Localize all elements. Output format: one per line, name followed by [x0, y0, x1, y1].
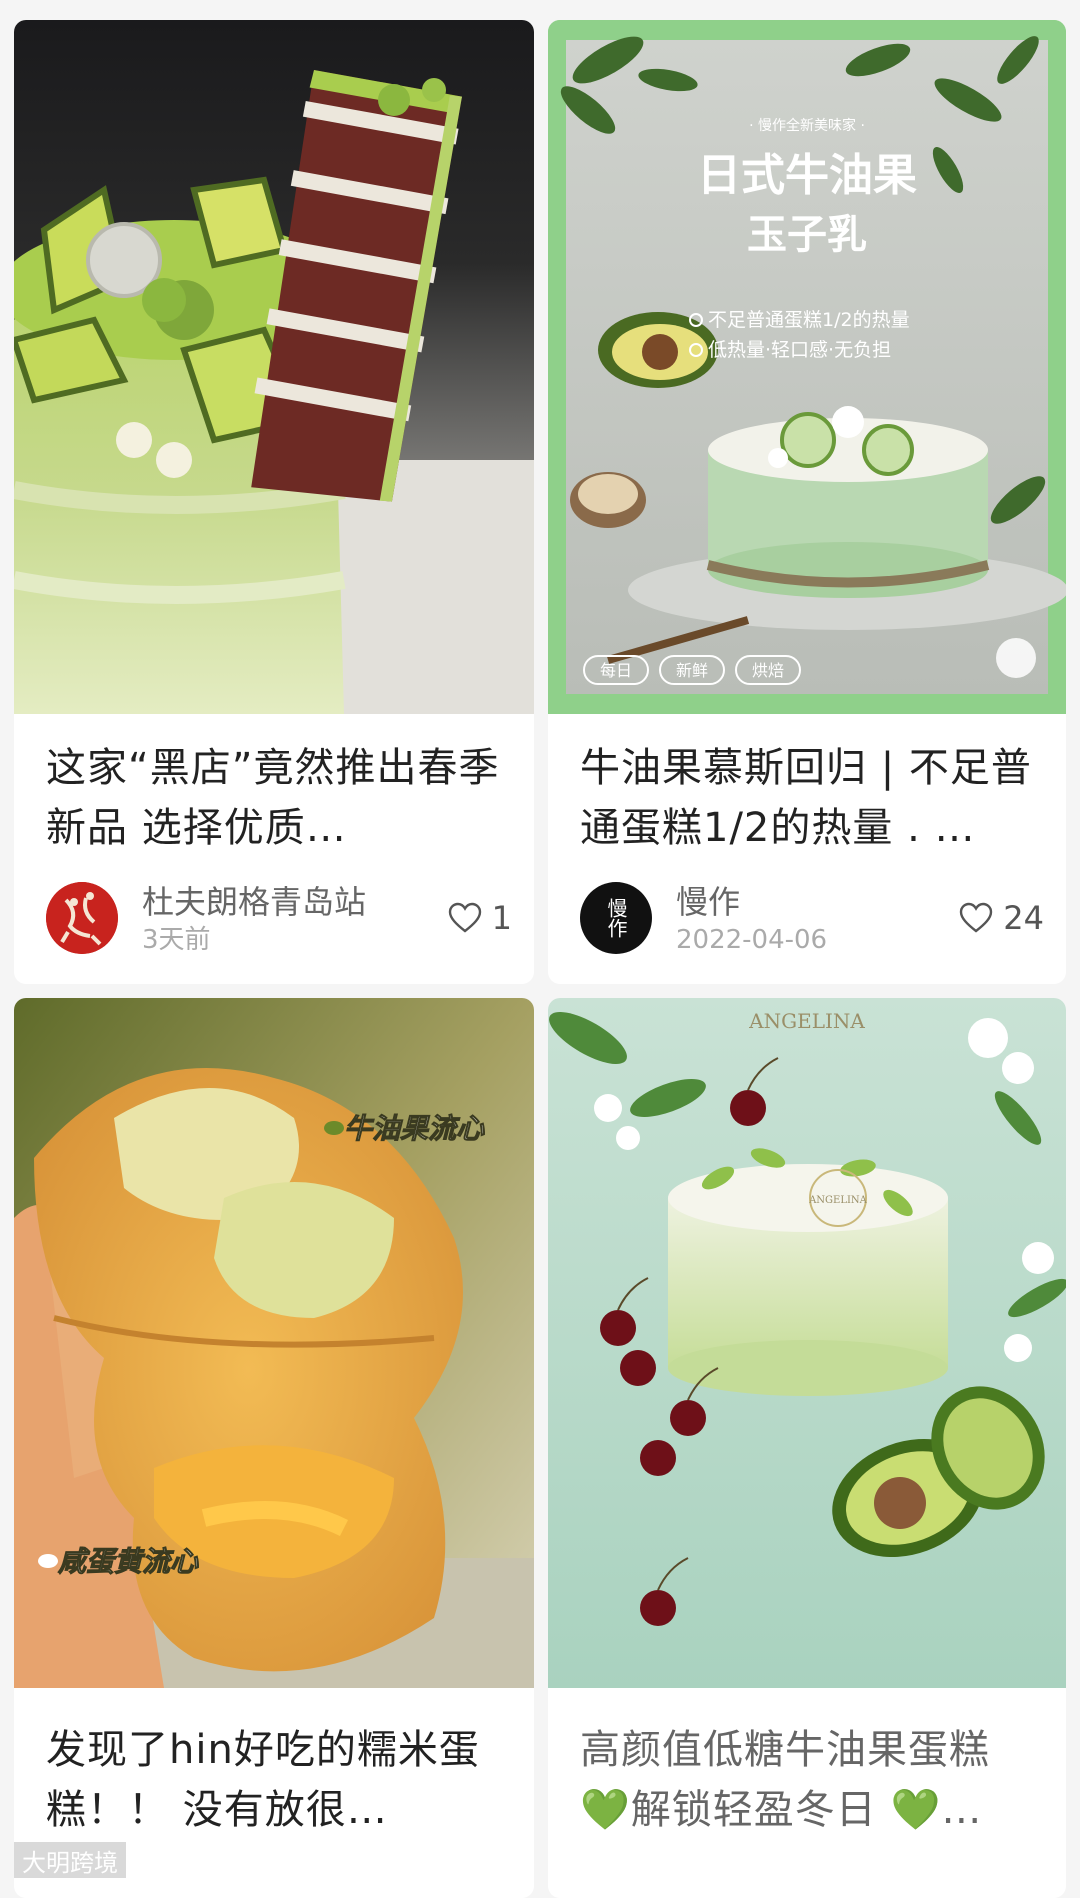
note-card[interactable]: ANGELINA ANGELINA 高颜值低糖牛油果蛋糕💚解锁轻盈冬日 💚… — [548, 998, 1066, 1898]
card-title[interactable]: 发现了hin好吃的糯米蛋糕！！ 没有放很… — [46, 1720, 504, 1840]
poster-badge-3: 烘焙 — [752, 661, 784, 680]
card-author-row: 杜夫朗格青岛站 3天前 1 — [46, 882, 512, 958]
label-avocado-filling: 牛油果流心 — [344, 1112, 485, 1145]
cake-plaque-text: ANGELINA — [808, 1195, 868, 1206]
note-card[interactable]: · 慢作全新美味家 · 日式牛油果 玉子乳 不足普通蛋糕1/2的热量 低热量·轻… — [548, 20, 1066, 984]
card-cover-image[interactable]: ANGELINA ANGELINA — [548, 998, 1066, 1688]
dancer-logo-icon — [46, 882, 118, 954]
label-salted-yolk-filling: 咸蛋黄流心 — [57, 1545, 199, 1578]
card-cover-image[interactable]: 牛油果流心 咸蛋黄流心 — [14, 998, 534, 1688]
poster-headline-2: 玉子乳 — [747, 212, 867, 258]
author-name[interactable]: 慢作 — [676, 882, 740, 922]
watermark: 大明跨境 — [14, 1842, 126, 1878]
like-button[interactable]: 1 — [448, 896, 512, 940]
card-title[interactable]: 这家“黑店”竟然推出春季新品 选择优质… — [46, 738, 504, 858]
card-cover-image[interactable]: · 慢作全新美味家 · 日式牛油果 玉子乳 不足普通蛋糕1/2的热量 低热量·轻… — [548, 20, 1066, 714]
like-button[interactable]: 24 — [959, 896, 1044, 940]
avatar[interactable]: 慢作 — [580, 882, 652, 954]
watermark-text: 大明跨境 — [22, 1848, 118, 1877]
post-date: 2022-04-06 — [676, 925, 828, 955]
post-date: 3天前 — [142, 925, 211, 955]
avatar[interactable] — [46, 882, 118, 954]
card-author-row: 慢作 慢作 2022-04-06 24 — [580, 882, 1044, 958]
poster-badge-1: 每日 — [600, 661, 632, 680]
author-name[interactable]: 杜夫朗格青岛站 — [142, 882, 366, 922]
poster-bullet-1: 不足普通蛋糕1/2的热量 — [708, 309, 910, 331]
brand-tag: · 慢作全新美味家 · — [749, 117, 865, 134]
card-title[interactable]: 高颜值低糖牛油果蛋糕💚解锁轻盈冬日 💚… — [580, 1720, 1036, 1840]
avatar-logo-text: 慢作 — [604, 898, 628, 938]
heart-icon — [960, 902, 993, 933]
note-card[interactable]: 这家“黑店”竟然推出春季新品 选择优质… 杜夫朗格青岛站 3天前 1 — [14, 20, 534, 984]
card-cover-image[interactable] — [14, 20, 534, 714]
poster-badge-2: 新鲜 — [676, 661, 708, 680]
heart-icon — [448, 902, 481, 933]
note-card[interactable]: 牛油果流心 咸蛋黄流心 发现了hin好吃的糯米蛋糕！！ 没有放很… 大明跨境 — [14, 998, 534, 1898]
glutinous-rice-cake-photo: 牛油果流心 咸蛋黄流心 — [14, 998, 534, 1688]
poster-bullet-2: 低热量·轻口感·无负担 — [708, 339, 891, 361]
avocado-layer-cake-photo — [14, 20, 534, 714]
angelina-avocado-cake-photo: ANGELINA ANGELINA — [548, 998, 1066, 1688]
brand-name: ANGELINA — [748, 1009, 865, 1033]
note-feed: 这家“黑店”竟然推出春季新品 选择优质… 杜夫朗格青岛站 3天前 1 · 慢作全… — [0, 0, 1080, 1898]
poster-headline-1: 日式牛油果 — [697, 150, 917, 201]
like-count: 24 — [1003, 899, 1044, 937]
card-title[interactable]: 牛油果慕斯回归 | 不足普通蛋糕1/2的热量 . … — [580, 738, 1036, 858]
like-count: 1 — [491, 899, 512, 937]
avocado-mousse-poster: · 慢作全新美味家 · 日式牛油果 玉子乳 不足普通蛋糕1/2的热量 低热量·轻… — [548, 20, 1066, 714]
